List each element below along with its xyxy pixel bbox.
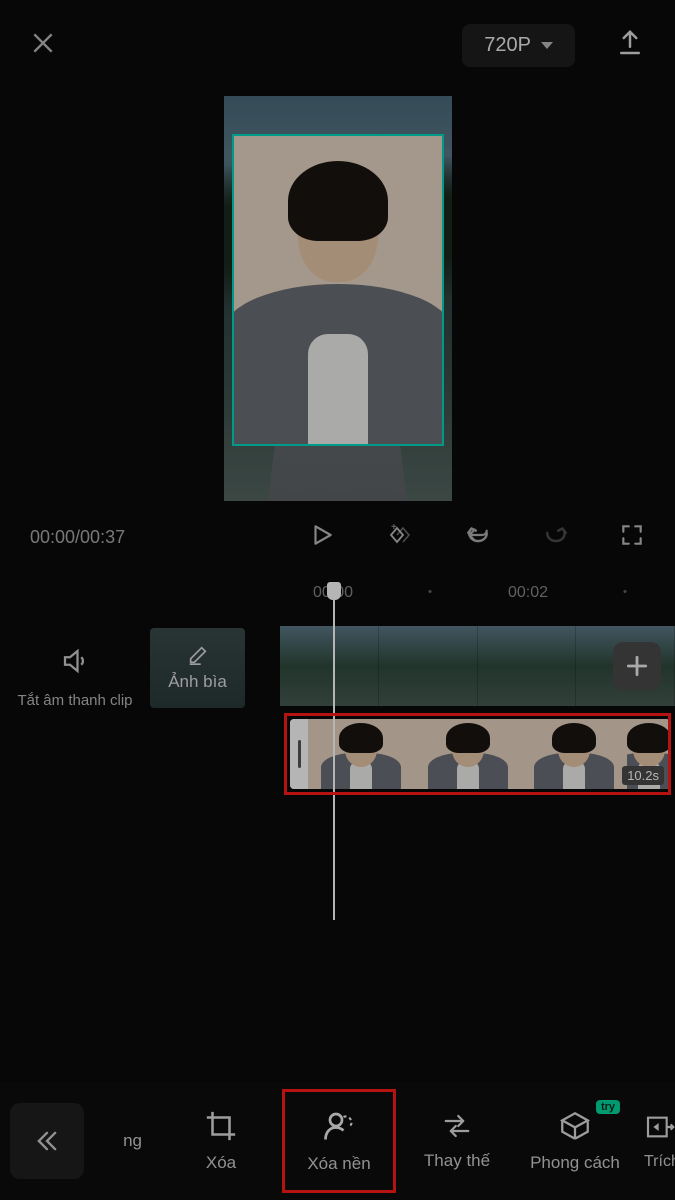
tool-item-xoa[interactable]: Xóa — [162, 1086, 280, 1196]
overlay-track[interactable]: 10.2s — [0, 716, 675, 792]
clip-duration-badge: 10.2s — [622, 766, 664, 785]
extract-audio-icon — [644, 1111, 675, 1143]
tool-label: Thay thế — [424, 1151, 490, 1171]
bottom-toolbar: ng Xóa Xóa nền Thay thế try Phong cách — [0, 1082, 675, 1200]
preview-canvas[interactable] — [224, 96, 452, 501]
close-button[interactable] — [30, 27, 56, 64]
overlay-clip[interactable]: 10.2s — [290, 719, 670, 789]
svg-text:+: + — [391, 522, 397, 533]
chevron-down-icon — [541, 42, 553, 49]
top-bar: 720P — [0, 0, 675, 90]
resolution-selector[interactable]: 720P — [462, 24, 575, 67]
remove-background-icon — [321, 1108, 357, 1144]
undo-icon — [463, 522, 493, 548]
top-right-controls: 720P — [462, 24, 645, 67]
timeline-tracks: Tắt âm thanh clip Ảnh bìa — [0, 620, 675, 920]
toolbar-scroll[interactable]: ng Xóa Xóa nền Thay thế try Phong cách — [90, 1086, 675, 1196]
ruler-mark: 00:02 — [508, 584, 548, 602]
crop-icon — [204, 1109, 238, 1143]
tool-label: Xóa nền — [307, 1154, 370, 1174]
tool-item-thay-the[interactable]: Thay thế — [398, 1086, 516, 1196]
preview-area — [0, 90, 675, 509]
tool-label: Xóa — [206, 1153, 236, 1173]
clip-thumbnail — [308, 719, 414, 789]
fullscreen-button[interactable] — [619, 522, 645, 553]
export-button[interactable] — [615, 28, 645, 63]
chevrons-left-icon — [33, 1127, 61, 1155]
resolution-label: 720P — [484, 34, 531, 57]
tool-item-xoa-nen[interactable]: Xóa nền — [280, 1086, 398, 1196]
keyframe-icon: + — [383, 521, 415, 549]
clip-thumbnail — [414, 719, 520, 789]
undo-button[interactable] — [463, 522, 493, 553]
ruler-dot — [624, 590, 627, 593]
replace-icon — [440, 1111, 474, 1141]
playhead[interactable] — [333, 584, 335, 920]
tool-item-ng[interactable]: ng — [90, 1086, 162, 1196]
cube-icon — [558, 1109, 592, 1143]
clip-thumbnail — [521, 719, 627, 789]
redo-icon — [541, 522, 571, 548]
playback-row: 00:00/00:37 + — [0, 509, 675, 574]
tool-item-trich-xuat[interactable]: Trích xuất thanh — [634, 1086, 675, 1196]
tool-label: Phong cách — [530, 1153, 620, 1173]
plus-icon — [624, 653, 650, 679]
toolbar-back-button[interactable] — [10, 1103, 84, 1179]
play-button[interactable] — [309, 521, 335, 554]
play-icon — [309, 521, 335, 549]
subject-overlay-frame[interactable] — [232, 134, 444, 446]
timeline-area: 00:00 00:02 Tắt âm thanh clip Ảnh bìa — [0, 574, 675, 920]
keyframe-button[interactable]: + — [383, 521, 415, 554]
tool-item-phong-cach[interactable]: try Phong cách — [516, 1086, 634, 1196]
close-icon — [30, 30, 56, 56]
time-display: 00:00/00:37 — [30, 527, 299, 548]
export-icon — [615, 28, 645, 58]
fullscreen-icon — [619, 522, 645, 548]
try-badge: try — [596, 1100, 620, 1114]
redo-button[interactable] — [541, 522, 571, 553]
clip-handle-left[interactable] — [290, 719, 308, 789]
tool-label: Trích xuất thanh — [644, 1153, 675, 1171]
tool-label: ng — [123, 1131, 142, 1151]
add-clip-button[interactable] — [613, 642, 661, 690]
main-video-track[interactable] — [0, 626, 675, 706]
subject-person — [234, 136, 442, 444]
ruler-dot — [429, 590, 432, 593]
